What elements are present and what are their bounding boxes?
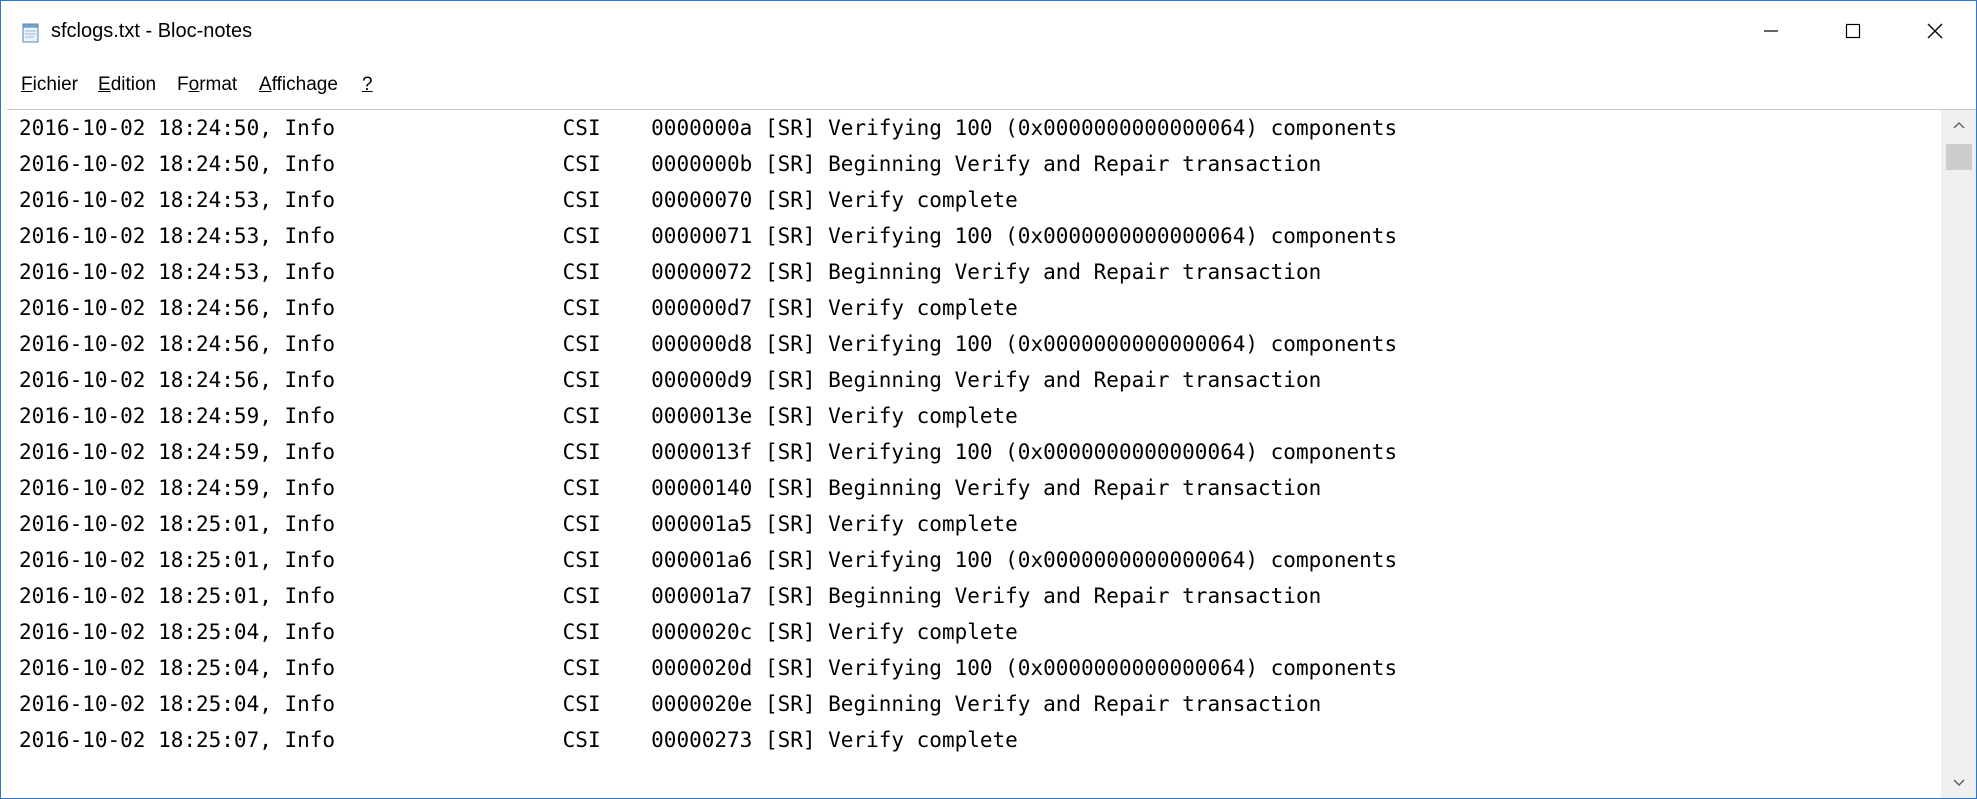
menu-affichage-rest: ffichage: [271, 74, 338, 95]
text-line: 2016-10-02 18:24:56, Info CSI 000000d7 […: [19, 296, 1018, 320]
menu-format-accel: o: [188, 74, 200, 95]
text-line: 2016-10-02 18:24:50, Info CSI 0000000a […: [19, 116, 1398, 140]
text-line: 2016-10-02 18:25:01, Info CSI 000001a7 […: [19, 584, 1322, 608]
menu-affichage-accel: A: [259, 74, 272, 95]
menu-bar: Fichier Edition Format Affichage ?: [1, 65, 1976, 109]
window-title: sfclogs.txt - Bloc-notes: [51, 20, 253, 42]
text-area[interactable]: 2016-10-02 18:24:50, Info CSI 0000000a […: [7, 110, 1936, 798]
menu-fichier-rest: ichier: [32, 74, 79, 95]
text-line: 2016-10-02 18:25:07, Info CSI 00000273 […: [19, 728, 1018, 752]
menu-edition[interactable]: Edition: [98, 74, 156, 96]
menu-affichage[interactable]: Affichage: [259, 74, 338, 96]
menu-format-rest: rmat: [199, 74, 238, 95]
menu-help[interactable]: ?: [362, 74, 373, 96]
text-line: 2016-10-02 18:24:56, Info CSI 000000d9 […: [19, 368, 1322, 392]
title-bar[interactable]: sfclogs.txt - Bloc-notes: [1, 1, 1976, 65]
close-button[interactable]: [1894, 1, 1976, 65]
text-line: 2016-10-02 18:25:04, Info CSI 0000020d […: [19, 656, 1398, 680]
text-line: 2016-10-02 18:24:53, Info CSI 00000071 […: [19, 224, 1398, 248]
menu-fichier-accel: F: [21, 74, 33, 95]
close-icon: [1926, 22, 1944, 45]
text-editor[interactable]: 2016-10-02 18:24:50, Info CSI 0000000a […: [7, 109, 1976, 798]
text-line: 2016-10-02 18:24:59, Info CSI 0000013e […: [19, 404, 1018, 428]
menu-fichier[interactable]: Fichier: [21, 74, 78, 96]
maximize-icon: [1845, 23, 1861, 44]
text-line: 2016-10-02 18:24:53, Info CSI 00000072 […: [19, 260, 1322, 284]
minimize-icon: [1763, 23, 1779, 44]
notepad-app-icon[interactable]: [21, 23, 41, 43]
menu-format[interactable]: Format: [177, 74, 237, 96]
text-line: 2016-10-02 18:24:59, Info CSI 0000013f […: [19, 440, 1398, 464]
scroll-up-button[interactable]: [1942, 110, 1976, 140]
text-line: 2016-10-02 18:24:53, Info CSI 00000070 […: [19, 188, 1018, 212]
notepad-window: sfclogs.txt - Bloc-notes Fichier Edition…: [0, 0, 1977, 799]
scrollbar-thumb[interactable]: [1946, 144, 1972, 170]
menu-edition-accel: E: [98, 74, 111, 95]
maximize-button[interactable]: [1812, 1, 1894, 65]
menu-help-accel: ?: [362, 74, 373, 95]
scroll-down-button[interactable]: [1942, 768, 1976, 798]
menu-format-pre: F: [177, 74, 189, 95]
text-line: 2016-10-02 18:25:04, Info CSI 0000020c […: [19, 620, 1018, 644]
menu-edition-rest: dition: [110, 74, 157, 95]
vertical-scrollbar[interactable]: [1941, 110, 1976, 798]
text-line: 2016-10-02 18:25:01, Info CSI 000001a6 […: [19, 548, 1398, 572]
chevron-up-icon: [1953, 116, 1965, 134]
chevron-down-icon: [1953, 774, 1965, 792]
text-line: 2016-10-02 18:25:04, Info CSI 0000020e […: [19, 692, 1322, 716]
text-line: 2016-10-02 18:24:56, Info CSI 000000d8 […: [19, 332, 1398, 356]
minimize-button[interactable]: [1730, 1, 1812, 65]
text-line: 2016-10-02 18:25:01, Info CSI 000001a5 […: [19, 512, 1018, 536]
text-line: 2016-10-02 18:24:50, Info CSI 0000000b […: [19, 152, 1322, 176]
text-line: 2016-10-02 18:24:59, Info CSI 00000140 […: [19, 476, 1322, 500]
